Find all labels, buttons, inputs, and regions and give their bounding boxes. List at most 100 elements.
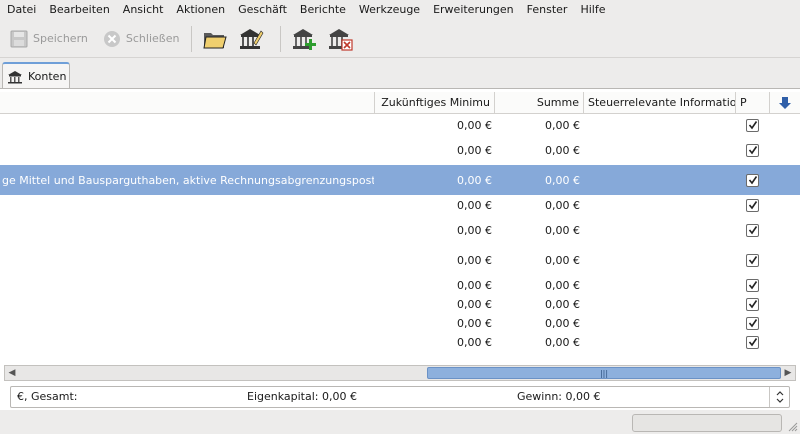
bank-icon bbox=[8, 70, 22, 83]
future-minimum-cell: 0,00 € bbox=[374, 333, 492, 351]
menu-aktionen[interactable]: Aktionen bbox=[172, 0, 229, 20]
total-value: 0,00 € bbox=[545, 198, 580, 212]
table-row[interactable]: 0,00 € 0,00 € bbox=[0, 333, 800, 351]
floppy-disk-icon bbox=[10, 30, 28, 47]
column-header-tax-info[interactable]: Steuerrelevante Informatio bbox=[583, 92, 735, 114]
table-row[interactable]: 0,00 € 0,00 € bbox=[0, 245, 800, 275]
placeholder-cell bbox=[746, 245, 766, 275]
new-account-button[interactable] bbox=[289, 24, 319, 54]
tax-info-cell bbox=[583, 165, 735, 195]
account-name-cell bbox=[0, 275, 374, 295]
placeholder-cell bbox=[746, 215, 766, 245]
tax-info-cell bbox=[583, 333, 735, 351]
delete-account-button[interactable] bbox=[325, 24, 355, 54]
edit-account-button[interactable] bbox=[236, 24, 266, 54]
table-row[interactable]: 0,00 € 0,00 € bbox=[0, 313, 800, 333]
tax-info-cell bbox=[583, 135, 735, 165]
account-name-cell bbox=[0, 135, 374, 165]
menu-berichte[interactable]: Berichte bbox=[296, 0, 350, 20]
placeholder-checkbox[interactable] bbox=[746, 118, 759, 132]
table-row[interactable]: 0,00 € 0,00 € bbox=[0, 195, 800, 215]
menu-datei[interactable]: Datei bbox=[3, 0, 40, 20]
placeholder-checkbox[interactable] bbox=[746, 335, 759, 349]
edit-account-icon bbox=[240, 28, 264, 49]
menu-werkzeuge[interactable]: Werkzeuge bbox=[355, 0, 424, 20]
account-name-cell bbox=[0, 333, 374, 351]
table-row[interactable]: 0,00 € 0,00 € bbox=[0, 275, 800, 295]
horizontal-scrollbar[interactable]: ◀ ||| ▶ bbox=[4, 365, 796, 381]
column-selector-button[interactable] bbox=[769, 92, 800, 114]
open-folder-icon bbox=[203, 32, 228, 48]
placeholder-cell bbox=[746, 195, 766, 215]
placeholder-cell bbox=[746, 115, 766, 135]
total-cell: 0,00 € bbox=[494, 313, 580, 333]
tab-konten[interactable]: Konten bbox=[2, 62, 70, 89]
menu-ansicht[interactable]: Ansicht bbox=[119, 0, 168, 20]
status-bar bbox=[0, 410, 800, 434]
future-minimum-value: 0,00 € bbox=[457, 118, 492, 132]
table-row[interactable]: 0,00 € 0,00 € bbox=[0, 135, 800, 165]
column-header-future-minimum[interactable]: Zukünftiges Minimu bbox=[374, 92, 494, 114]
future-minimum-cell: 0,00 € bbox=[374, 115, 492, 135]
total-cell: 0,00 € bbox=[494, 295, 580, 313]
menu-fenster[interactable]: Fenster bbox=[523, 0, 572, 20]
future-minimum-cell: 0,00 € bbox=[374, 313, 492, 333]
future-minimum-cell: 0,00 € bbox=[374, 195, 492, 215]
checkmark-icon bbox=[748, 319, 757, 328]
scrollbar-thumb[interactable]: ||| bbox=[427, 367, 781, 379]
summary-total-label: €, Gesamt: bbox=[17, 390, 78, 403]
placeholder-checkbox[interactable] bbox=[746, 297, 759, 311]
placeholder-checkbox[interactable] bbox=[746, 253, 759, 267]
tax-info-cell bbox=[583, 313, 735, 333]
close-label: Schließen bbox=[125, 32, 180, 45]
open-account-button[interactable] bbox=[200, 24, 230, 54]
total-value: 0,00 € bbox=[545, 253, 580, 267]
summary-equity: Eigenkapital: 0,00 € bbox=[247, 390, 357, 403]
total-value: 0,00 € bbox=[545, 335, 580, 349]
total-cell: 0,00 € bbox=[494, 115, 580, 135]
menu-geschaeft[interactable]: Geschäft bbox=[234, 0, 291, 20]
future-minimum-value: 0,00 € bbox=[457, 297, 492, 311]
placeholder-checkbox[interactable] bbox=[746, 198, 759, 212]
placeholder-cell bbox=[746, 165, 766, 195]
save-button[interactable]: Speichern bbox=[5, 24, 92, 54]
placeholder-checkbox[interactable] bbox=[746, 223, 759, 237]
total-value: 0,00 € bbox=[545, 278, 580, 292]
account-name-cell bbox=[0, 295, 374, 313]
tab-bar: Konten bbox=[0, 60, 800, 89]
total-cell: 0,00 € bbox=[494, 215, 580, 245]
summary-dropdown-button[interactable] bbox=[769, 387, 789, 407]
table-row[interactable]: 0,00 € 0,00 € bbox=[0, 215, 800, 245]
table-row[interactable]: 0,00 € 0,00 € bbox=[0, 115, 800, 135]
checkmark-icon bbox=[748, 226, 757, 235]
placeholder-checkbox[interactable] bbox=[746, 173, 759, 187]
future-minimum-value: 0,00 € bbox=[457, 335, 492, 349]
future-minimum-value: 0,00 € bbox=[457, 316, 492, 330]
menu-bearbeiten[interactable]: Bearbeiten bbox=[45, 0, 113, 20]
total-cell: 0,00 € bbox=[494, 165, 580, 195]
placeholder-checkbox[interactable] bbox=[746, 278, 759, 292]
menu-hilfe[interactable]: Hilfe bbox=[576, 0, 609, 20]
scroll-right-button[interactable]: ▶ bbox=[781, 366, 795, 380]
table-row[interactable]: ge Mittel und Bausparguthaben, aktive Re… bbox=[0, 165, 800, 195]
future-minimum-value: 0,00 € bbox=[457, 253, 492, 267]
close-button[interactable]: Schließen bbox=[98, 24, 184, 54]
resize-grip-icon[interactable] bbox=[788, 422, 798, 432]
account-name-cell bbox=[0, 195, 374, 215]
placeholder-checkbox[interactable] bbox=[746, 143, 759, 157]
column-header-name[interactable] bbox=[0, 92, 374, 114]
menu-erweiterungen[interactable]: Erweiterungen bbox=[429, 0, 518, 20]
scroll-left-button[interactable]: ◀ bbox=[5, 366, 19, 380]
summary-bar[interactable]: €, Gesamt: Eigenkapital: 0,00 € Gewinn: … bbox=[10, 386, 790, 408]
total-cell: 0,00 € bbox=[494, 135, 580, 165]
checkmark-icon bbox=[748, 176, 757, 185]
account-name-cell bbox=[0, 245, 374, 275]
checkmark-icon bbox=[748, 201, 757, 210]
tab-konten-label: Konten bbox=[28, 70, 67, 83]
column-header-placeholder[interactable]: P bbox=[735, 92, 769, 114]
total-value: 0,00 € bbox=[545, 173, 580, 187]
placeholder-checkbox[interactable] bbox=[746, 316, 759, 330]
table-row[interactable]: 0,00 € 0,00 € bbox=[0, 295, 800, 313]
future-minimum-value: 0,00 € bbox=[457, 198, 492, 212]
column-header-total[interactable]: Summe bbox=[494, 92, 583, 114]
